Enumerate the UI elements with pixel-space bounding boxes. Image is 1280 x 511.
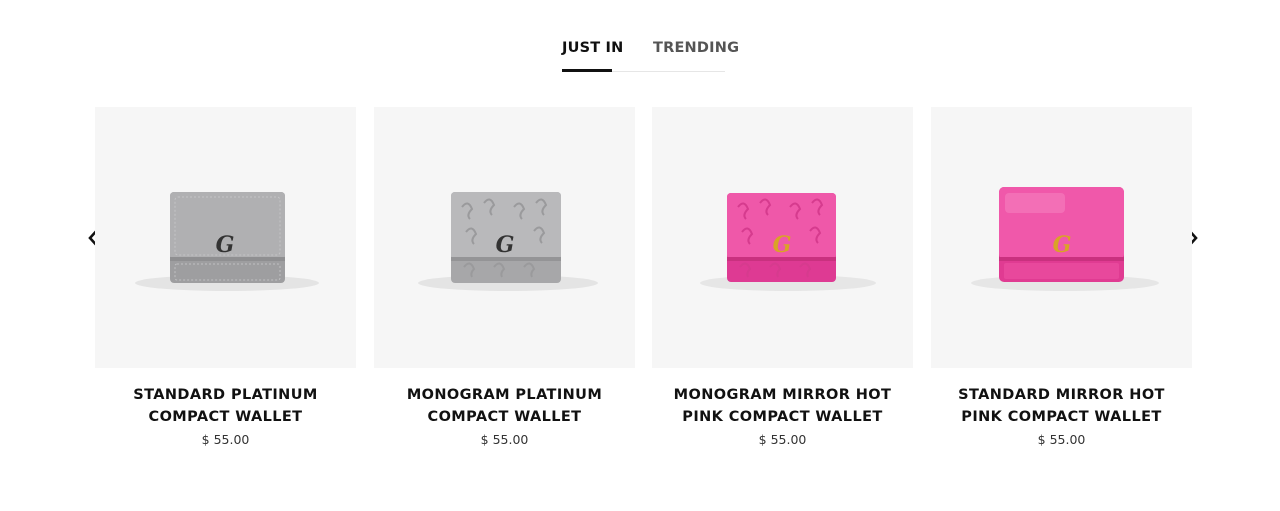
product-card[interactable]: G STANDARD MIRROR HOT PINK COMPACT WALLE… xyxy=(931,107,1192,449)
wallet-image: G xyxy=(135,192,319,291)
product-title[interactable]: MONOGRAM MIRROR HOT PINK COMPACT WALLET xyxy=(652,384,913,428)
product-image[interactable]: G xyxy=(652,107,913,368)
svg-text:G: G xyxy=(216,232,235,258)
product-price: $ 55.00 xyxy=(1037,432,1086,447)
product-image[interactable]: G xyxy=(95,107,356,368)
tab-just-in[interactable]: JUST IN xyxy=(562,38,623,58)
product-title[interactable]: STANDARD MIRROR HOT PINK COMPACT WALLET xyxy=(931,384,1192,428)
product-price: $ 55.00 xyxy=(480,432,529,447)
active-tab-indicator xyxy=(562,69,612,72)
svg-text:G: G xyxy=(496,232,515,258)
product-title[interactable]: STANDARD PLATINUM COMPACT WALLET xyxy=(95,384,356,428)
wallet-image: G xyxy=(418,192,598,291)
product-card[interactable]: G STANDARD PLATINUM COMPACT WALLET $ 55.… xyxy=(95,107,356,449)
tab-trending[interactable]: TRENDING xyxy=(653,38,739,58)
product-price: $ 55.00 xyxy=(758,432,807,447)
wallet-image: G xyxy=(971,187,1159,291)
product-title[interactable]: MONOGRAM PLATINUM COMPACT WALLET xyxy=(374,384,635,428)
collection-tabs: JUST IN TRENDING xyxy=(562,36,739,72)
product-image[interactable]: G xyxy=(931,107,1192,368)
product-carousel-section: JUST IN TRENDING G STANDARD PLATINUM COM… xyxy=(0,0,1280,511)
svg-text:G: G xyxy=(1053,232,1072,258)
product-image[interactable]: G xyxy=(374,107,635,368)
product-card[interactable]: G MONOGRAM MIRROR HOT PINK COMPACT WALLE… xyxy=(652,107,913,449)
product-card[interactable]: G MONOGRAM PLATINUM COMPACT WALLET $ 55.… xyxy=(374,107,635,449)
product-price: $ 55.00 xyxy=(201,432,250,447)
wallet-image: G xyxy=(700,193,876,291)
svg-text:G: G xyxy=(773,232,792,258)
